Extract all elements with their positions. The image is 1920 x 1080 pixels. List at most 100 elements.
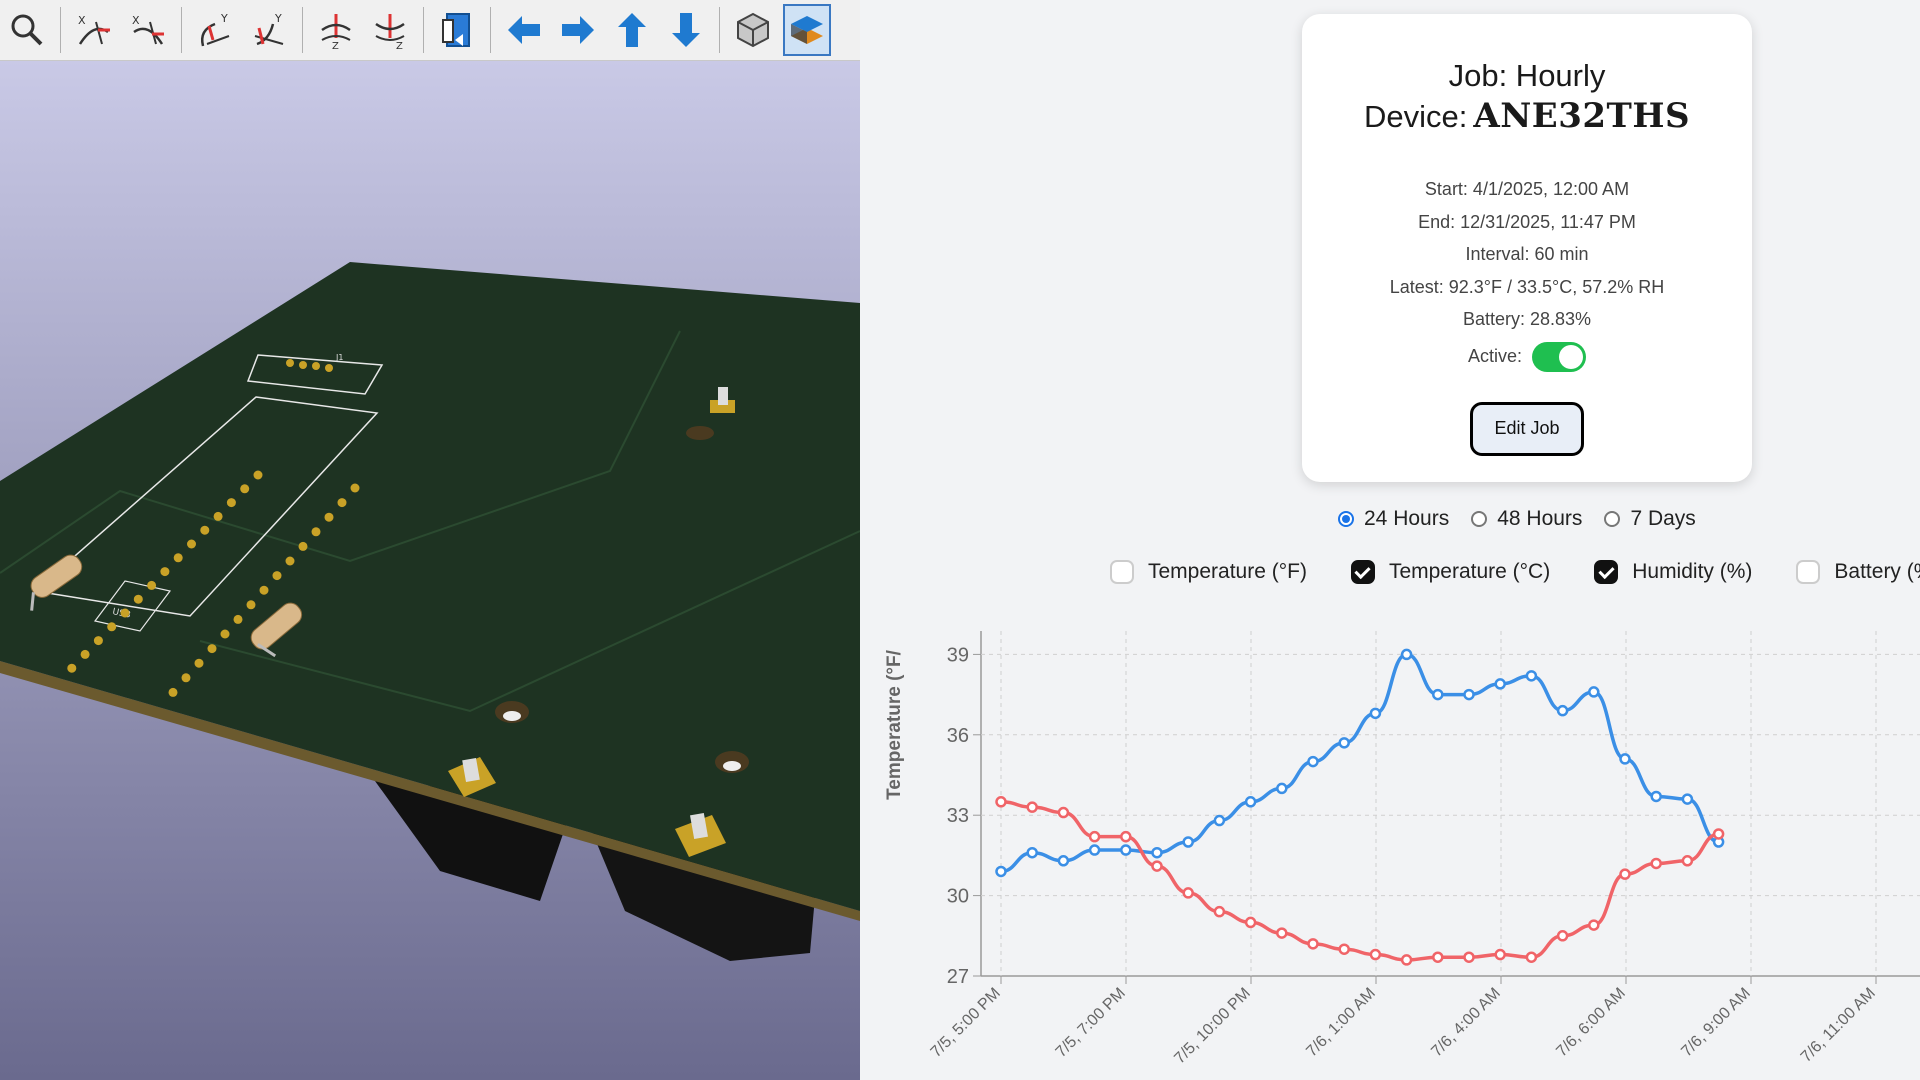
data-point[interactable] xyxy=(1369,948,1382,961)
active-row: Active: xyxy=(1302,340,1752,374)
flip-board-icon xyxy=(442,13,470,47)
data-point[interactable] xyxy=(1026,801,1038,813)
data-point[interactable] xyxy=(1400,954,1413,966)
data-point[interactable] xyxy=(1088,844,1101,856)
edit-job-button[interactable]: Edit Job xyxy=(1470,401,1584,456)
svg-text:Z: Z xyxy=(396,41,403,50)
toggle-humidity[interactable]: Humidity (%) xyxy=(1594,560,1752,584)
range-label: 24 Hours xyxy=(1364,507,1450,530)
toggle-temperature-c[interactable]: Temperature (°C) xyxy=(1350,560,1550,584)
range-24h[interactable]: 24 Hours xyxy=(1338,507,1449,531)
data-point[interactable] xyxy=(1494,948,1506,961)
pan-right-button[interactable] xyxy=(554,4,602,56)
data-point[interactable] xyxy=(1712,828,1725,840)
x-tick-label: 7/6, 9:00 AM xyxy=(1678,985,1754,1061)
data-point[interactable] xyxy=(1588,686,1600,698)
range-7d[interactable]: 7 Days xyxy=(1604,507,1696,531)
checkbox[interactable] xyxy=(1110,560,1134,584)
data-point[interactable] xyxy=(1432,951,1444,963)
series-toggles: Temperature (°F) Temperature (°C) Humidi… xyxy=(1110,560,1920,584)
data-point[interactable] xyxy=(1026,846,1038,859)
checkbox[interactable] xyxy=(1796,560,1821,584)
flip-board-button[interactable] xyxy=(433,4,481,56)
orthographic-button[interactable] xyxy=(729,4,777,56)
data-point[interactable] xyxy=(1120,830,1132,843)
data-point[interactable] xyxy=(1619,868,1631,880)
radio-button[interactable] xyxy=(1471,511,1488,527)
data-point[interactable] xyxy=(1244,796,1257,808)
data-point[interactable] xyxy=(1213,905,1226,918)
radio-button[interactable] xyxy=(1338,511,1354,527)
data-point[interactable] xyxy=(1276,927,1288,939)
data-point[interactable] xyxy=(1681,793,1694,805)
data-point[interactable] xyxy=(995,865,1007,878)
toolbar-separator xyxy=(423,7,424,53)
data-point[interactable] xyxy=(1151,846,1163,859)
toggle-battery[interactable]: Battery (% xyxy=(1796,560,1920,584)
rotate-x-ccw-button[interactable]: X xyxy=(124,4,172,56)
toggle-temperature-f[interactable]: Temperature (°F) xyxy=(1110,560,1307,584)
rotate-y-cw-button[interactable]: Y xyxy=(191,4,239,56)
data-point[interactable] xyxy=(1525,670,1538,682)
rotate-x-cw-icon: X xyxy=(78,14,110,45)
data-point[interactable] xyxy=(1463,951,1475,963)
data-point[interactable] xyxy=(1432,688,1444,701)
data-point[interactable] xyxy=(1213,814,1226,827)
data-point[interactable] xyxy=(1276,782,1288,795)
orthographic-icon xyxy=(737,12,769,48)
data-point[interactable] xyxy=(1619,753,1631,765)
data-point[interactable] xyxy=(1525,951,1538,963)
pcb-3d-scene[interactable]: J1 USB xyxy=(0,61,860,1080)
data-point[interactable] xyxy=(1556,704,1569,717)
x-tick-label: 7/6, 6:00 AM xyxy=(1553,985,1629,1061)
data-point[interactable] xyxy=(1088,830,1101,843)
data-point[interactable] xyxy=(1120,844,1132,856)
data-point[interactable] xyxy=(1400,648,1413,661)
checkbox[interactable] xyxy=(1594,560,1619,584)
zoom-fit-button[interactable] xyxy=(3,4,51,56)
data-point[interactable] xyxy=(1057,806,1070,819)
x-tick-label: 7/5, 5:00 PM xyxy=(928,985,1004,1061)
pin-pad xyxy=(200,525,210,535)
rotate-x-ccw-icon: X xyxy=(132,14,164,45)
data-point[interactable] xyxy=(1182,887,1194,899)
data-point[interactable] xyxy=(1307,938,1319,950)
pan-left-button[interactable] xyxy=(500,4,548,56)
range-48h[interactable]: 48 Hours xyxy=(1471,507,1582,531)
job-card: Job: Hourly Device: ANE32THS Start: 4/1/2… xyxy=(1302,14,1752,482)
data-point[interactable] xyxy=(1494,678,1506,690)
data-point[interactable] xyxy=(1556,930,1569,942)
data-point[interactable] xyxy=(1057,855,1070,867)
data-point[interactable] xyxy=(1244,916,1257,929)
data-point[interactable] xyxy=(1369,707,1382,720)
pan-up-button[interactable] xyxy=(608,4,656,56)
data-point[interactable] xyxy=(1588,919,1600,931)
data-point[interactable] xyxy=(1338,737,1350,749)
y-axis-ticks: 27 30 33 36 39 xyxy=(947,644,981,988)
data-point[interactable] xyxy=(1681,855,1694,867)
layers-button[interactable] xyxy=(783,4,831,56)
data-point[interactable] xyxy=(995,796,1007,808)
rotate-y-ccw-button[interactable]: Y xyxy=(245,4,293,56)
rotate-y-cw-icon: Y xyxy=(201,12,230,47)
pan-down-button[interactable] xyxy=(662,4,710,56)
radio-button[interactable] xyxy=(1604,511,1621,527)
active-toggle[interactable] xyxy=(1532,341,1587,372)
data-point[interactable] xyxy=(1307,755,1319,768)
data-point[interactable] xyxy=(1182,836,1194,848)
rotate-z-ccw-button[interactable]: Z xyxy=(366,4,414,56)
data-point[interactable] xyxy=(1650,790,1662,803)
x-tick-label: 7/6, 11:00 AM xyxy=(1798,985,1879,1066)
pin-pad xyxy=(181,673,191,683)
data-point[interactable] xyxy=(1151,860,1163,872)
3d-viewer-panel: X X Y Y Z Z J1 xyxy=(0,0,860,1080)
data-point[interactable] xyxy=(1650,857,1662,870)
data-point[interactable] xyxy=(1338,943,1350,955)
pin-pad xyxy=(298,541,308,551)
data-point[interactable] xyxy=(1463,688,1475,701)
pin-pad xyxy=(207,644,217,654)
checkbox[interactable] xyxy=(1350,560,1375,584)
sensor-line-chart[interactable]: Temperature (°F/ 27 30 33 36 39 7/5, 5:00 PM… xyxy=(860,600,1920,1080)
rotate-z-cw-button[interactable]: Z xyxy=(312,4,360,56)
rotate-x-cw-button[interactable]: X xyxy=(70,4,118,56)
